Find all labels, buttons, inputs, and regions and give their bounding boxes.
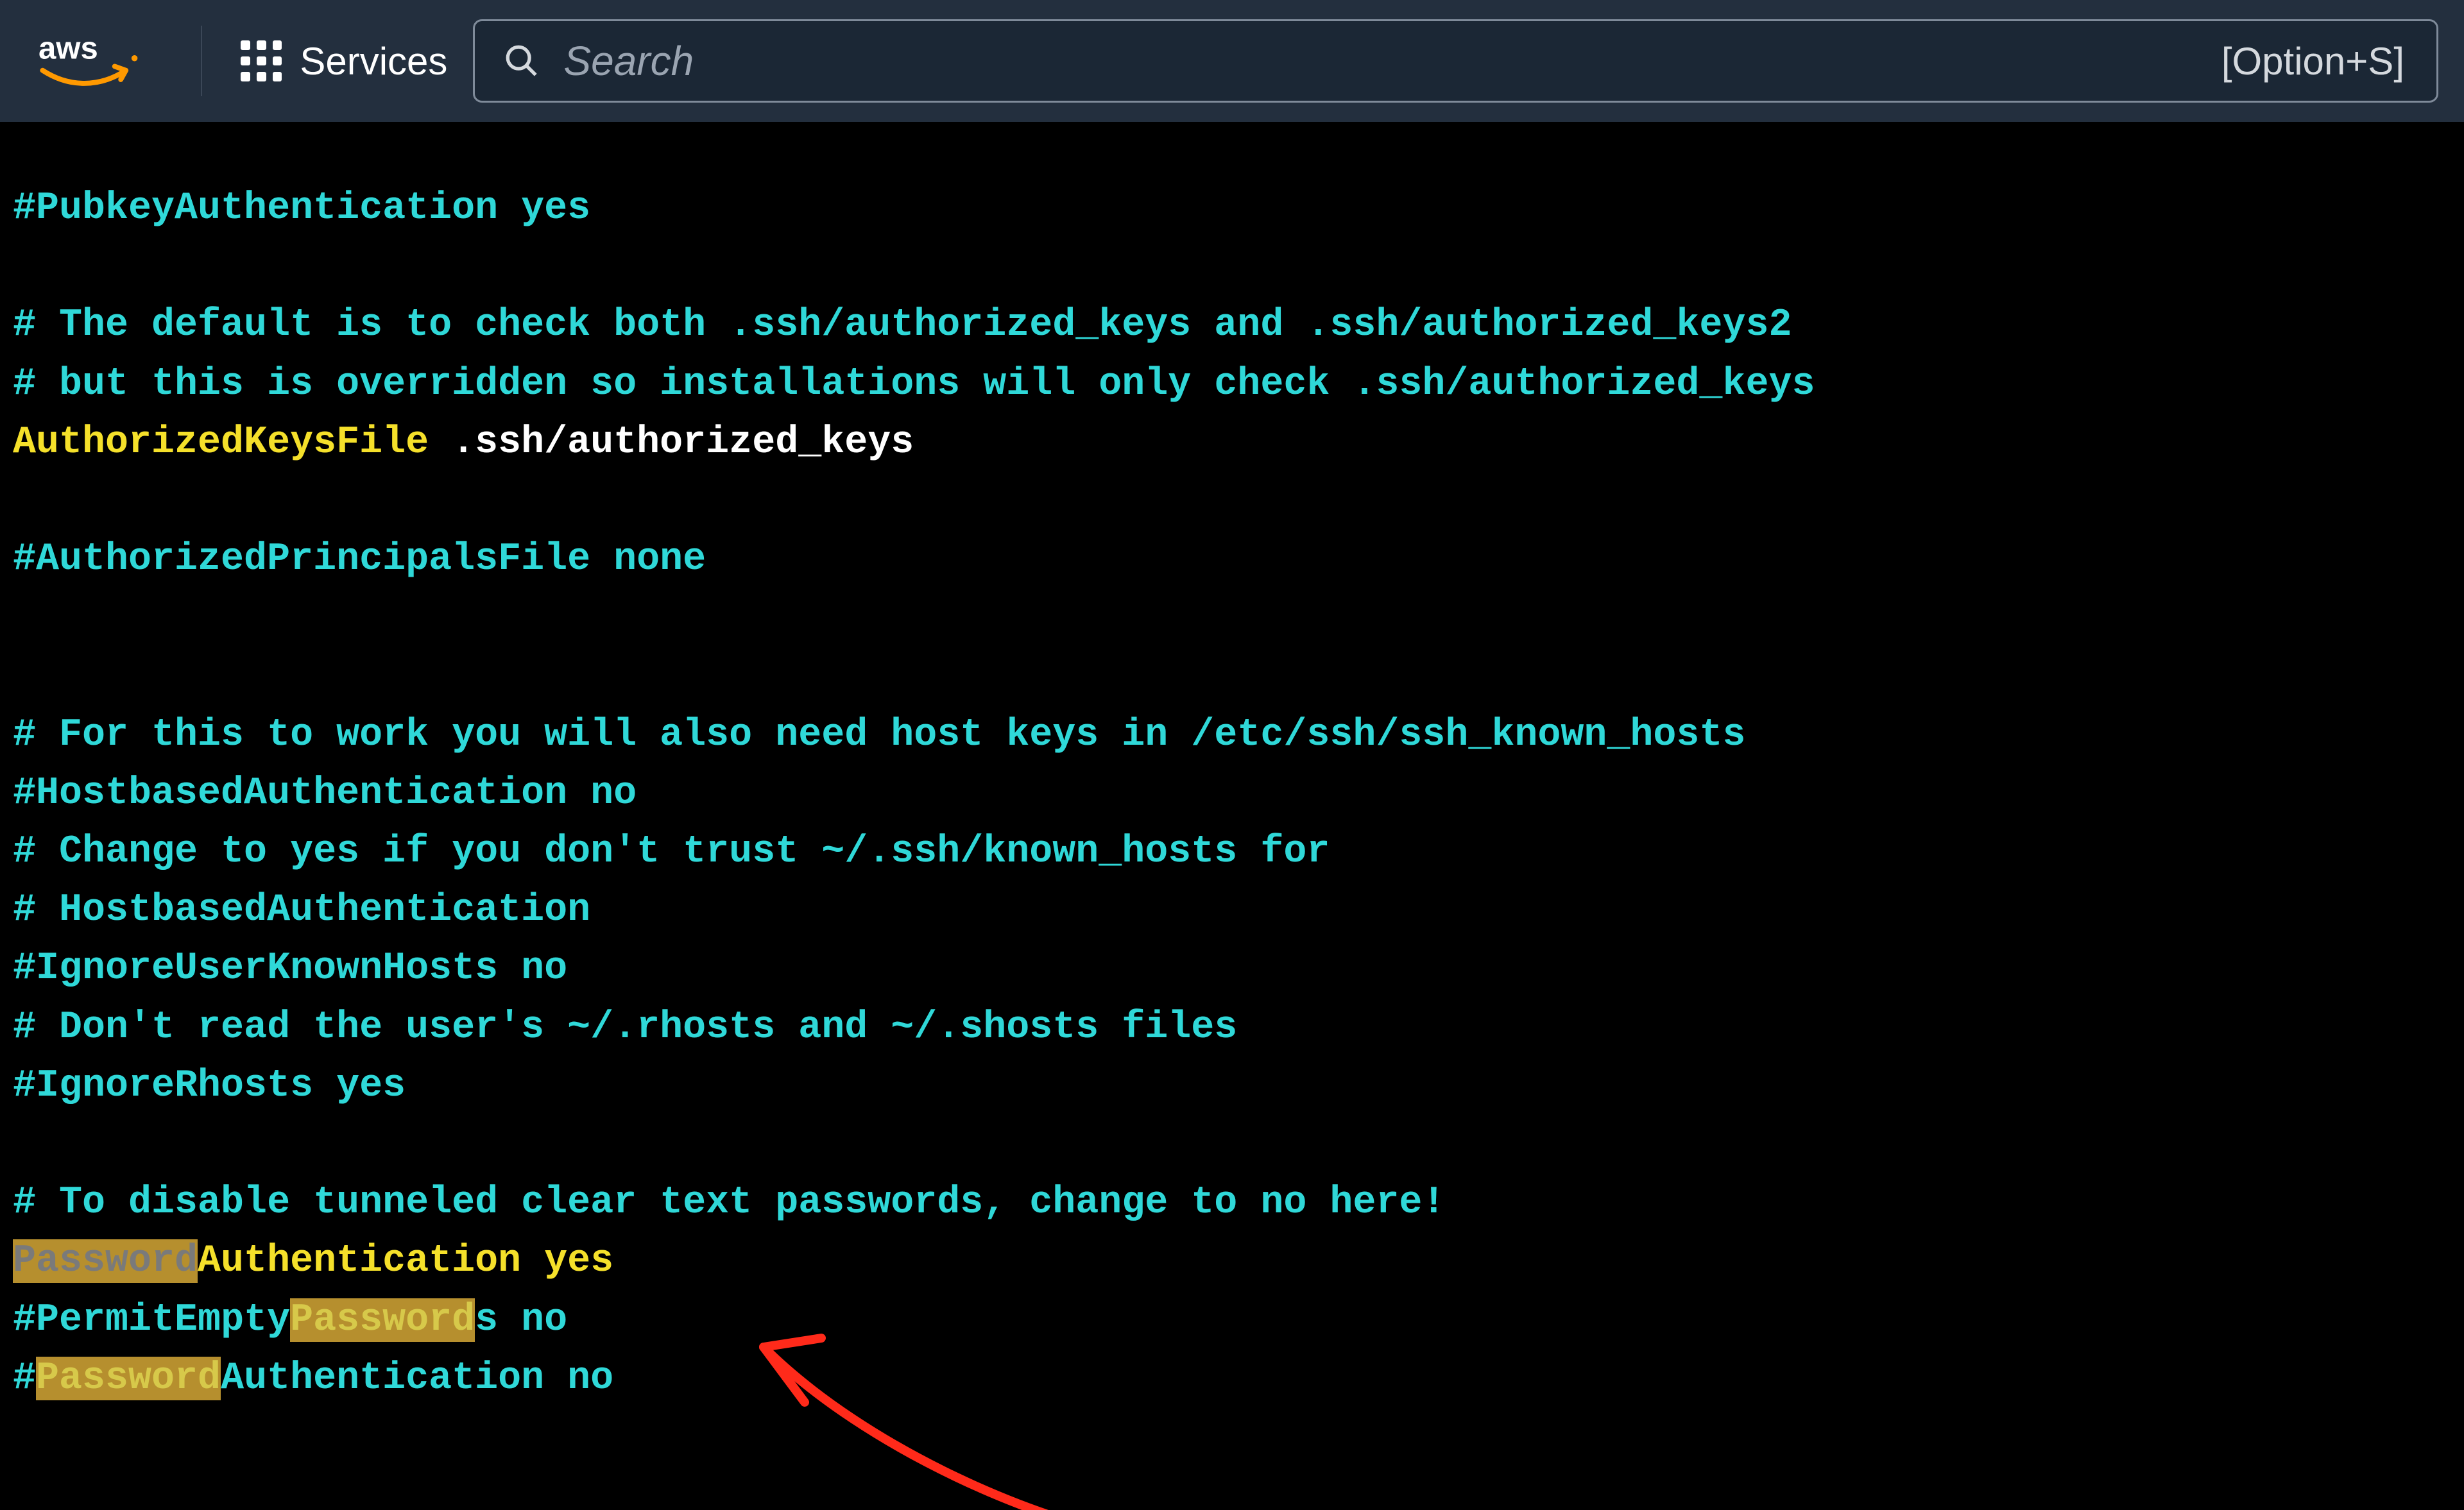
search-icon: [503, 42, 540, 80]
nav-divider: [201, 26, 202, 96]
config-line: #PubkeyAuthentication yes: [13, 187, 590, 230]
aws-logo-icon: aws: [38, 31, 140, 92]
config-value: .ssh/authorized_keys: [429, 421, 914, 464]
services-grid-icon: [241, 40, 282, 81]
terminal-editor-content[interactable]: #PubkeyAuthentication yes # The default …: [0, 122, 2464, 1510]
config-line: # Change to yes if you don't trust ~/.ss…: [13, 830, 1330, 874]
config-line: # but this is overridden so installation…: [13, 362, 1815, 406]
config-line: Authentication no: [221, 1357, 613, 1400]
config-line: #AuthorizedPrincipalsFile none: [13, 538, 706, 581]
highlighted-match: Password: [290, 1298, 475, 1342]
svg-text:aws: aws: [38, 31, 98, 65]
config-line: # HostbasedAuthentication: [13, 888, 590, 932]
services-label: Services: [300, 39, 447, 83]
aws-logo[interactable]: aws: [38, 0, 175, 122]
search-input[interactable]: [563, 21, 2198, 101]
config-line: #: [13, 1298, 36, 1342]
config-line: #HostbasedAuthentication no: [13, 772, 637, 815]
config-line: s no: [475, 1298, 567, 1342]
config-line: # To disable tunneled clear text passwor…: [13, 1181, 1445, 1225]
highlighted-match: Password: [13, 1239, 198, 1283]
config-line: # Don't read the user's ~/.rhosts and ~/…: [13, 1006, 1237, 1049]
highlighted-match: Password: [36, 1357, 221, 1400]
config-key: AuthorizedKeysFile: [13, 421, 429, 464]
annotation-arrow-icon: [738, 1296, 1251, 1510]
aws-top-navbar: aws Services [Option+S]: [0, 0, 2464, 122]
config-line: #IgnoreRhosts yes: [13, 1064, 406, 1108]
config-key: Authentication yes: [198, 1239, 613, 1283]
config-line: # For this to work you will also need ho…: [13, 713, 1745, 757]
search-shortcut-hint: [Option+S]: [2221, 39, 2404, 83]
services-menu-button[interactable]: Services: [241, 39, 447, 83]
config-line: #: [13, 1357, 36, 1400]
config-line: # The default is to check both .ssh/auth…: [13, 303, 1792, 347]
global-search-box[interactable]: [Option+S]: [473, 19, 2438, 103]
config-line: #IgnoreUserKnownHosts no: [13, 947, 567, 990]
config-line: PermitEmpty: [36, 1298, 290, 1342]
